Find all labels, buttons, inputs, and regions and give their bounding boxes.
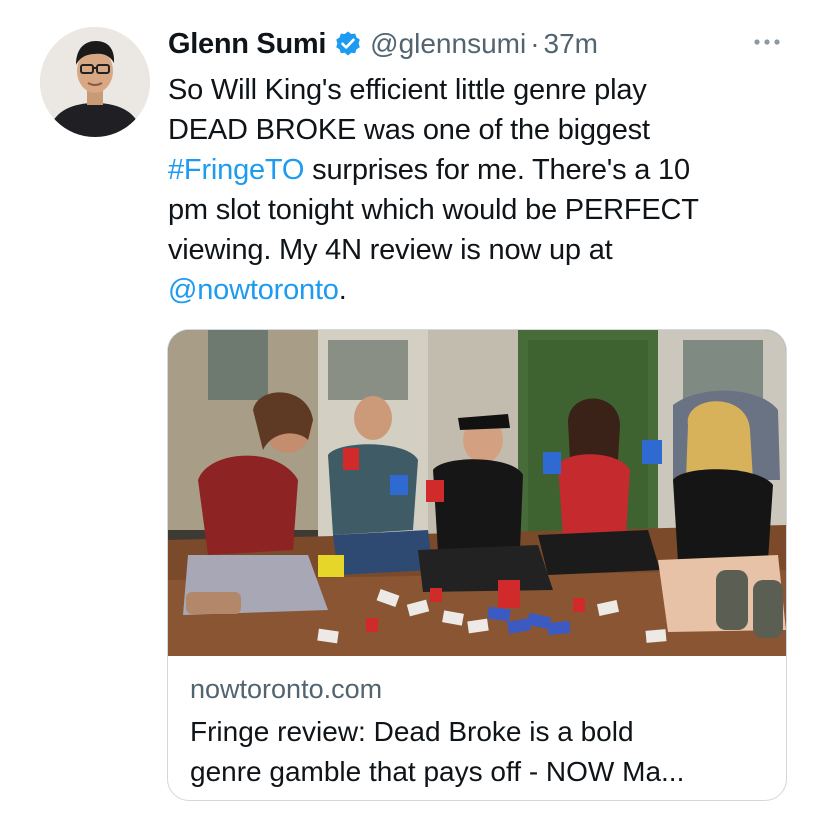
author-name[interactable]: Glenn Sumi xyxy=(168,28,326,61)
tweet-text-line: DEAD BROKE was one of the biggest xyxy=(168,114,650,146)
tweet-text-segment: . xyxy=(338,274,347,306)
card-title: Fringe review: Dead Broke is a bold genr… xyxy=(190,712,768,792)
card-image[interactable] xyxy=(168,330,786,656)
mention-link[interactable]: @nowtoronto xyxy=(168,274,339,306)
tweet-text-line: viewing. My 4N review is now up at xyxy=(168,234,613,266)
tweet-text-segment: surprises for me. There's a 10 xyxy=(304,154,690,186)
more-options-icon[interactable] xyxy=(747,28,787,56)
tweet-text-line: pm slot tonight which would be PERFECT xyxy=(168,194,699,226)
tweet-text-line: #FringeTO surprises for me. There's a 10 xyxy=(168,150,788,190)
tweet-text-line: @nowtoronto. xyxy=(168,270,788,310)
hashtag-link[interactable]: #FringeTO xyxy=(168,154,304,186)
card-domain: nowtoronto.com xyxy=(190,674,383,704)
link-preview-card[interactable]: nowtoronto.com Fringe review: Dead Broke… xyxy=(167,329,787,801)
card-meta: nowtoronto.com Fringe review: Dead Broke… xyxy=(190,670,768,792)
tweet[interactable]: Glenn Sumi @glennsumi · 37m So Will King… xyxy=(0,0,827,815)
tweet-header: Glenn Sumi @glennsumi · 37m xyxy=(168,24,598,64)
card-title-line: Fringe review: Dead Broke is a bold xyxy=(190,716,634,747)
card-title-line: genre gamble that pays off - NOW Ma... xyxy=(190,756,685,787)
separator-dot: · xyxy=(530,28,540,59)
author-avatar[interactable] xyxy=(40,27,150,137)
tweet-timestamp[interactable]: 37m xyxy=(544,28,598,60)
verified-badge-icon xyxy=(334,30,362,58)
tweet-text: So Will King's efficient little genre pl… xyxy=(168,70,788,310)
tweet-text-line: So Will King's efficient little genre pl… xyxy=(168,74,647,106)
author-handle[interactable]: @glennsumi xyxy=(370,28,526,60)
